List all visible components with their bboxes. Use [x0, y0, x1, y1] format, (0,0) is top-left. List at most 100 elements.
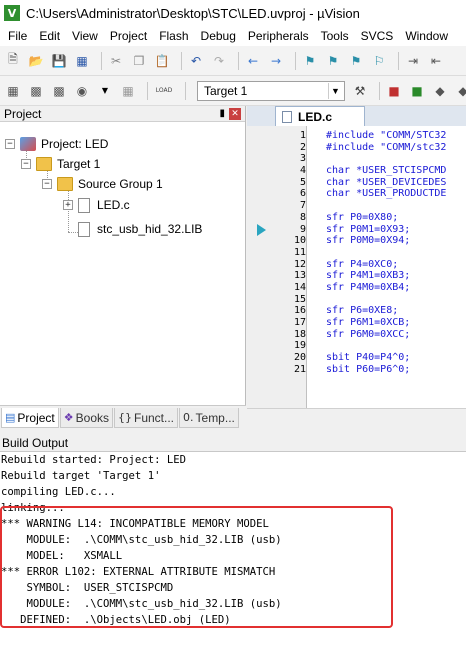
redo-icon[interactable]: ↷ [210, 52, 228, 70]
open-folder-icon[interactable]: 📂 [27, 52, 45, 70]
close-icon[interactable]: ✕ [229, 107, 241, 120]
editor-body[interactable]: 1 #include "COMM/STC32 2 #include "COMM/stc… [247, 126, 466, 408]
pin-icon[interactable]: ▮ [219, 108, 225, 119]
select-device-icon[interactable]: ◆ [431, 82, 449, 100]
copy-icon[interactable]: ❐ [130, 52, 148, 70]
undo-icon[interactable]: ↶ [187, 52, 205, 70]
expand-icon[interactable]: + [63, 200, 73, 210]
build-output-line: Rebuild started: Project: LED [1, 454, 186, 466]
rte-icon[interactable]: ◆ [454, 82, 466, 100]
tab-books[interactable]: ❖ Books [59, 408, 113, 428]
editor-tab-led-c[interactable]: LED.c [275, 106, 365, 126]
code-text: sfr P6M0=0XCC; [326, 328, 411, 340]
tab-templates[interactable]: 0. Temp... [179, 408, 239, 428]
code-text: sfr P4M0=0XB4; [326, 281, 411, 293]
menu-project[interactable]: Project [104, 29, 153, 43]
stop-build-icon[interactable]: ▦ [119, 82, 137, 100]
build-output-panel[interactable]: Rebuild started: Project: LED Rebuild tar… [0, 452, 466, 657]
code-editor: LED.c 1 #include "COMM/STC32 2 #include "CO… [247, 106, 466, 428]
tab-project[interactable]: ▤ Project [1, 408, 59, 428]
line-number: 20 [293, 352, 306, 364]
code-line: 6 char *USER_PRODUCTDE [247, 188, 466, 200]
toolbar-separator [181, 51, 182, 70]
line-number: 3 [299, 153, 306, 165]
line-number: 13 [293, 270, 306, 282]
code-text: #include "COMM/stc32 [326, 141, 447, 153]
menu-tools[interactable]: Tools [315, 29, 355, 43]
toolbar-separator [238, 51, 239, 70]
manage-components-icon[interactable]: ■ [385, 82, 403, 100]
target-dropdown[interactable]: Target 1 ▼ [197, 80, 345, 101]
code-line: 4 char *USER_STCISPCMD [247, 165, 466, 177]
nav-forward-icon[interactable]: → [267, 52, 285, 70]
code-line: 17 sfr P6M1=0XCB; [247, 317, 466, 329]
tree-item-file[interactable]: stc_usb_hid_32.LIB [78, 220, 202, 238]
menu-debug[interactable]: Debug [195, 29, 242, 43]
collapse-icon[interactable]: − [42, 179, 52, 189]
tree-item-project[interactable]: − Project: LED [5, 135, 108, 153]
line-number: 10 [293, 235, 306, 247]
save-all-icon[interactable]: ▦ [73, 52, 91, 70]
build-toolbar: ▦ ▩ ▩ ◉ ▼ ▦ LOAD Target 1 ▼ ⚒ ■ ■ ◆ ◆ [0, 76, 466, 106]
chevron-down-icon: ▼ [328, 82, 342, 99]
cut-icon[interactable]: ✂ [107, 52, 125, 70]
line-number: 8 [299, 211, 306, 223]
menu-edit[interactable]: Edit [33, 29, 66, 43]
menu-file[interactable]: File [2, 29, 33, 43]
tree-item-label: stc_usb_hid_32.LIB [97, 222, 203, 236]
download-load-icon[interactable]: LOAD [153, 82, 175, 100]
line-number: 17 [293, 317, 306, 328]
save-icon[interactable]: 💾 [50, 52, 68, 70]
code-line: 1 #include "COMM/STC32 [247, 130, 466, 142]
bookmark-icon[interactable]: ⚑ [301, 52, 319, 70]
bookmark-prev-icon[interactable]: ⚑ [324, 52, 342, 70]
nav-back-icon[interactable]: ← [244, 52, 262, 70]
build-output-header: Build Output [0, 434, 466, 452]
collapse-icon[interactable]: − [5, 139, 15, 149]
bookmark-next-icon[interactable]: ⚑ [347, 52, 365, 70]
menu-svcs[interactable]: SVCS [355, 29, 400, 43]
editor-tab-label: LED.c [298, 109, 333, 124]
target-options-icon[interactable]: ⚒ [351, 82, 369, 100]
code-line: 8 sfr P0=0X80; [247, 212, 466, 224]
code-text: sbit P40=P4^0; [326, 352, 411, 364]
line-number: 11 [293, 246, 306, 258]
menu-peripherals[interactable]: Peripherals [242, 29, 315, 43]
books-icon: ❖ [63, 411, 74, 424]
lib-file-icon [78, 221, 90, 237]
toolbar-separator [147, 81, 148, 100]
line-number: 18 [293, 328, 306, 340]
unindent-icon[interactable]: ⇤ [427, 52, 445, 70]
line-number: 16 [293, 305, 306, 317]
code-text: sfr P4=0XC0; [326, 258, 399, 270]
rebuild-icon[interactable]: ▩ [50, 82, 68, 100]
paste-icon[interactable]: 📋 [153, 52, 171, 70]
tree-item-source-group[interactable]: − Source Group 1 [42, 175, 163, 193]
menu-flash[interactable]: Flash [153, 29, 194, 43]
code-line: 5 char *USER_DEVICEDES [247, 177, 466, 189]
editor-horizontal-scrollbar[interactable] [247, 408, 466, 428]
tree-item-target[interactable]: − Target 1 [21, 155, 100, 173]
build-output-title: Build Output [2, 435, 69, 450]
bookmark-clear-icon[interactable]: ⚐ [370, 52, 388, 70]
indent-icon[interactable]: ⇥ [404, 52, 422, 70]
line-number: 4 [299, 165, 306, 177]
build-icon[interactable]: ▩ [27, 82, 45, 100]
toolbar-separator [185, 81, 186, 100]
code-line: 2 #include "COMM/stc32 [247, 142, 466, 154]
menu-window[interactable]: Window [399, 29, 454, 43]
title-bar: V C:\Users\Administrator\Desktop\STC\LED… [0, 0, 466, 26]
toolbar-separator [101, 51, 102, 70]
code-text: char *USER_STCISPCMD [326, 165, 447, 177]
translate-icon[interactable]: ▦ [4, 82, 22, 100]
batch-build-icon[interactable]: ◉ [73, 82, 91, 100]
menu-view[interactable]: View [66, 29, 104, 43]
dropdown-arrow-icon[interactable]: ▼ [96, 82, 114, 100]
line-number: 7 [299, 200, 306, 212]
code-text: sfr P0=0X80; [326, 211, 399, 223]
collapse-icon[interactable]: − [21, 159, 31, 169]
tab-functions[interactable]: {} Funct... [114, 408, 179, 428]
tree-item-file[interactable]: + LED.c [63, 196, 130, 214]
new-file-icon[interactable]: 🗎 [4, 52, 22, 70]
pack-installer-icon[interactable]: ■ [408, 82, 426, 100]
